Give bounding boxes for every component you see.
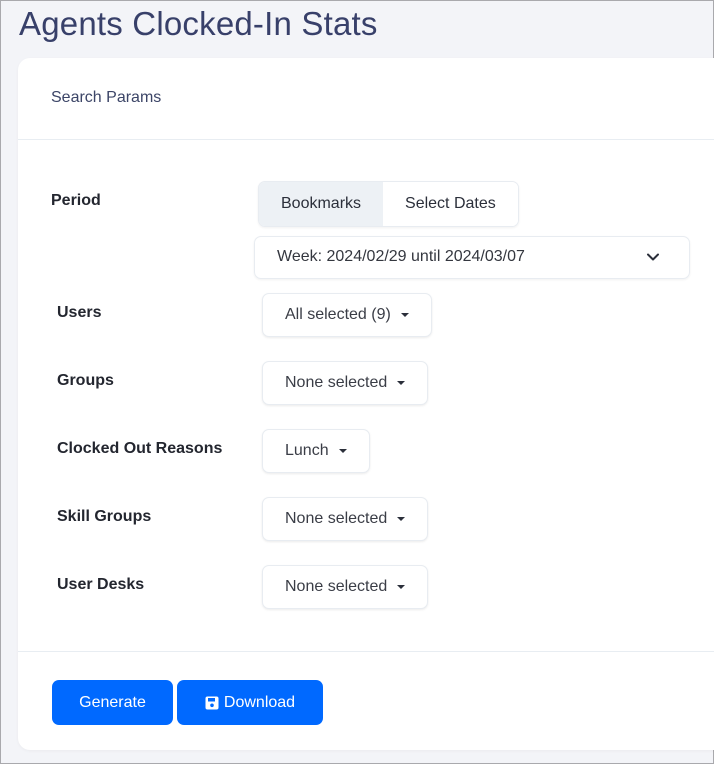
caret-down-icon (397, 517, 406, 521)
tab-bookmarks[interactable]: Bookmarks (259, 182, 384, 226)
clocked-out-reasons-dropdown-value: Lunch (285, 442, 329, 459)
groups-dropdown-value: None selected (285, 374, 388, 391)
skill-groups-label: Skill Groups (57, 508, 152, 525)
clocked-out-reasons-dropdown[interactable]: Lunch (262, 429, 370, 473)
caret-down-icon (397, 381, 406, 385)
groups-dropdown[interactable]: None selected (262, 361, 429, 405)
card-header: Search Params (18, 58, 714, 140)
skill-groups-dropdown-value: None selected (285, 510, 388, 527)
groups-label: Groups (57, 372, 114, 389)
clocked-out-reasons-label: Clocked Out Reasons (57, 440, 223, 457)
user-desks-dropdown-value: None selected (285, 578, 388, 595)
download-button[interactable]: Download (177, 680, 323, 725)
caret-down-icon (338, 449, 347, 453)
skill-groups-dropdown[interactable]: None selected (262, 497, 429, 541)
user-desks-label: User Desks (57, 576, 145, 593)
users-dropdown-value: All selected (9) (285, 306, 391, 323)
floppy-disk-icon (205, 696, 219, 709)
period-label: Period (51, 192, 101, 209)
users-label: Users (57, 304, 102, 321)
period-bookmark-select[interactable]: Week: 2024/02/29 until 2024/03/07 (254, 236, 690, 279)
user-desks-dropdown[interactable]: None selected (262, 565, 429, 609)
period-mode-toggle: Bookmarks Select Dates (258, 181, 519, 227)
generate-button-label: Generate (79, 693, 146, 711)
chevron-down-icon (647, 253, 659, 261)
users-dropdown[interactable]: All selected (9) (262, 293, 432, 337)
tab-select-dates[interactable]: Select Dates (383, 182, 518, 226)
generate-button[interactable]: Generate (52, 680, 173, 725)
caret-down-icon (400, 313, 409, 317)
footer-divider (18, 651, 714, 652)
search-params-card: Search Params Period Bookmarks Select Da… (18, 58, 714, 750)
caret-down-icon (397, 585, 406, 589)
period-bookmark-value: Week: 2024/02/29 until 2024/03/07 (277, 248, 525, 265)
page-title: Agents Clocked-In Stats (19, 5, 378, 42)
download-button-label: Download (223, 693, 296, 711)
card-header-title: Search Params (51, 89, 162, 106)
